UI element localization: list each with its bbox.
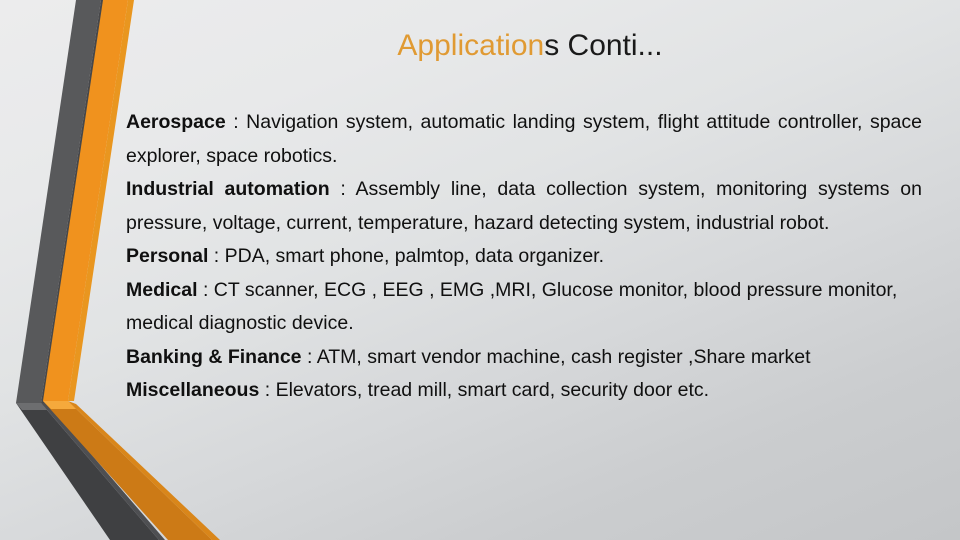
list-item-text: : ATM, smart vendor machine, cash regist… [301, 345, 811, 368]
chevron-gray-upper-bevel [41, 0, 107, 403]
chevron-gray-upper [16, 0, 101, 403]
list-item: Banking & Finance : ATM, smart vendor ma… [126, 341, 922, 375]
chevron-orange-upper [43, 0, 128, 401]
page-title-accent: Application [397, 29, 545, 62]
list-item: Personal : PDA, smart phone, palmtop, da… [126, 240, 922, 274]
list-item-text: : Elevators, tread mill, smart card, sec… [259, 379, 710, 401]
list-item-lead: Miscellaneous [126, 379, 260, 401]
chevron-orange-apex [43, 401, 76, 409]
list-item-text: : CT scanner, ECG , EEG , EMG ,MRI, Gluc… [126, 278, 898, 335]
list-item: Medical : CT scanner, ECG , EEG , EMG ,M… [126, 274, 922, 341]
list-item-text: : PDA, smart phone, palmtop, data organi… [208, 245, 605, 267]
list-item-lead: Aerospace [126, 111, 226, 133]
page-title-rest: s Conti... [544, 29, 663, 62]
list-item: Industrial automation : Assembly line, d… [126, 173, 922, 240]
list-item-lead: Industrial automation [126, 178, 330, 200]
chevron-gray-apex [16, 403, 47, 410]
list-item-lead: Personal [126, 245, 209, 267]
page-title: Applications Conti... [120, 28, 940, 64]
chevron-orange-lower [43, 401, 212, 540]
list-item-lead: Banking & Finance [126, 345, 302, 368]
chevron-gray-lower [16, 403, 159, 540]
list-item-lead: Medical [126, 278, 198, 301]
list-item: Miscellaneous : Elevators, tread mill, s… [126, 374, 922, 408]
body-content: Aerospace : Navigation system, automatic… [126, 106, 922, 408]
list-item-text: : Navigation system, automatic landing s… [126, 111, 922, 167]
slide-canvas: Applications Conti... Aerospace : Naviga… [0, 0, 960, 540]
chevron-orange-lower-bevel [68, 401, 220, 540]
list-item: Aerospace : Navigation system, automatic… [126, 106, 922, 173]
chevron-gray-lower-bevel [41, 403, 165, 540]
